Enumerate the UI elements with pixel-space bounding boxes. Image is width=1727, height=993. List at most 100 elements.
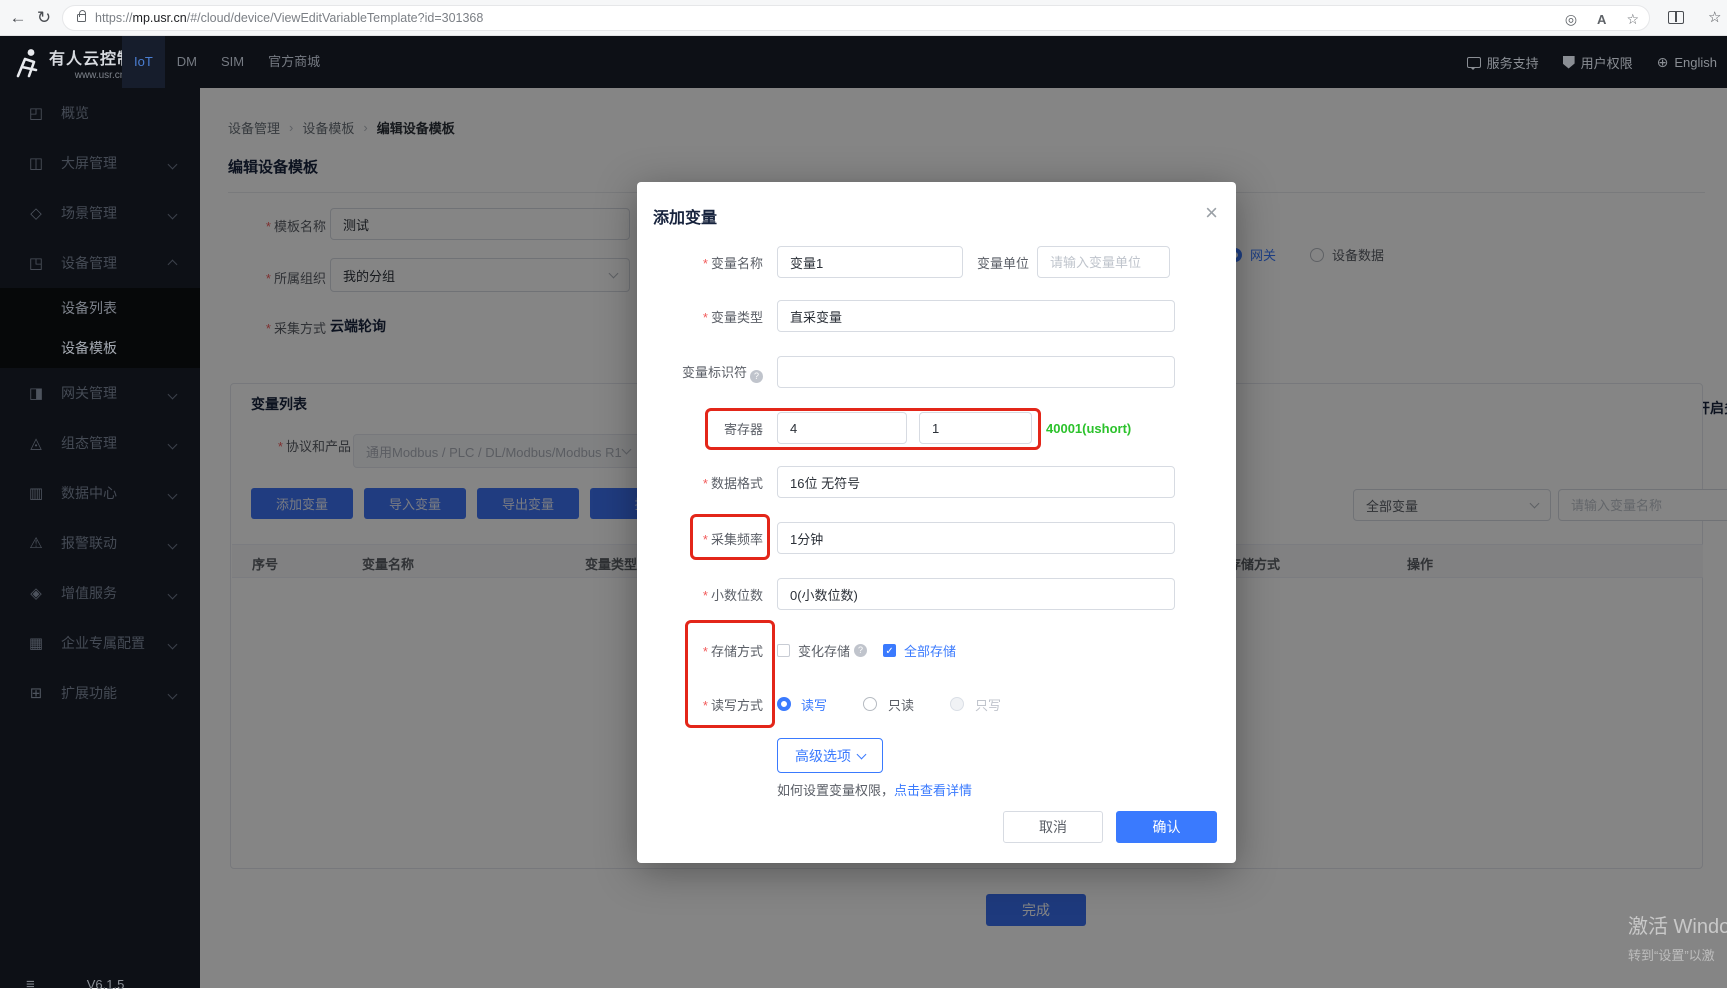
storage-change-checkbox[interactable] [777, 644, 790, 657]
gateway-icon: ◨ [26, 384, 46, 402]
topnav-tabs: IoTDMSIM官方商城 [122, 36, 332, 88]
chevron-down-icon [169, 385, 176, 401]
collect-frequency-row: *采集频率 1分钟 [645, 522, 1175, 554]
write-only-radio[interactable] [950, 697, 964, 711]
register-label: 寄存器 [645, 419, 773, 438]
storage-all-label[interactable]: 全部存储 [904, 641, 956, 660]
chat-icon [1467, 57, 1481, 68]
decimal-places-label: *小数位数 [645, 585, 773, 604]
variable-type-row: *变量类型 直采变量 [645, 300, 1175, 332]
storage-all-checkbox[interactable]: ✓ [883, 644, 896, 657]
advanced-options-button[interactable]: 高级选项 [777, 738, 883, 773]
overview-icon: ◰ [26, 104, 46, 122]
read-aloud-icon[interactable]: A [1597, 12, 1606, 27]
sidebar-item[interactable]: ◇场景管理 [0, 188, 200, 238]
sidebar-item[interactable]: ◳设备管理 [0, 238, 200, 288]
view-details-link[interactable]: 点击查看详情 [894, 783, 972, 798]
register-type-select[interactable]: 4 [777, 412, 907, 444]
collect-frequency-label: *采集频率 [645, 529, 773, 548]
globe-icon: ⊕ [1657, 55, 1669, 69]
identifier-input[interactable] [777, 356, 1175, 388]
nav-tab-官方商城[interactable]: 官方商城 [256, 36, 332, 88]
address-bar[interactable]: https://mp.usr.cn/#/cloud/device/ViewEdi… [62, 5, 1650, 31]
chevron-up-icon [169, 255, 176, 271]
sidebar-item[interactable]: ⚠报警联动 [0, 518, 200, 568]
nav-tab-DM[interactable]: DM [165, 36, 209, 88]
variable-unit-label: 变量单位 [977, 253, 1029, 272]
favorite-star-icon[interactable]: ☆ [1626, 11, 1639, 28]
read-write-radio[interactable] [777, 697, 791, 711]
sidebar-item[interactable]: ⊞ 扩展功能 [0, 668, 200, 718]
cancel-button[interactable]: 取消 [1003, 811, 1103, 843]
sidebar-item[interactable]: ◈增值服务 [0, 568, 200, 618]
dialog-title: 添加变量 [653, 204, 717, 228]
collect-frequency-select[interactable]: 1分钟 [777, 522, 1175, 554]
variable-name-input[interactable] [777, 246, 963, 278]
shield-icon [1563, 56, 1575, 69]
sidebar-item-label: 报警联动 [61, 533, 117, 553]
sidebar-item[interactable]: ◬组态管理 [0, 418, 200, 468]
variable-unit-input[interactable] [1037, 246, 1170, 278]
url-text[interactable]: https://mp.usr.cn/#/cloud/device/ViewEdi… [95, 11, 483, 25]
nav-right-globe[interactable]: ⊕English [1657, 55, 1717, 70]
help-icon[interactable]: ? [854, 644, 867, 657]
chevron-down-icon [169, 635, 176, 651]
close-icon[interactable]: × [1205, 202, 1218, 224]
sidebar-item[interactable]: ◰ 概览 [0, 88, 200, 138]
lock-icon [77, 14, 86, 22]
screen-icon: ◫ [26, 154, 46, 172]
extension-icon: ⊞ [26, 684, 46, 702]
sidebar-subitem[interactable]: 设备列表 [0, 288, 200, 328]
permission-help: 如何设置变量权限，点击查看详情 [777, 780, 972, 799]
chevron-down-icon [169, 155, 176, 171]
data-format-label: *数据格式 [645, 473, 773, 492]
back-icon[interactable]: ← [4, 0, 32, 36]
nav-right-chat[interactable]: 服务支持 [1467, 53, 1539, 72]
variable-name-label: *变量名称 [645, 253, 773, 272]
storage-change-label[interactable]: 变化存储 [798, 641, 850, 660]
sidebar-item-label: 网关管理 [61, 383, 117, 403]
sidebar-item[interactable]: ◨ 网关管理 [0, 368, 200, 418]
sidebar-item-label: 概览 [61, 103, 89, 123]
help-icon[interactable]: ? [750, 370, 763, 383]
browser-bar: ← ↻ https://mp.usr.cn/#/cloud/device/Vie… [0, 0, 1727, 36]
chevron-down-icon [169, 205, 176, 221]
collections-icon[interactable]: ☆ [1708, 8, 1721, 26]
variable-name-row: *变量名称 变量单位 [645, 246, 1170, 278]
geolocation-icon[interactable]: ◎ [1565, 11, 1577, 28]
read-write-radio-label[interactable]: 读写 [801, 695, 827, 714]
read-only-radio[interactable] [863, 697, 877, 711]
data-format-select[interactable]: 16位 无符号 [777, 466, 1175, 498]
decimal-places-row: *小数位数 0(小数位数) [645, 578, 1175, 610]
split-screen-icon[interactable] [1668, 11, 1684, 24]
nav-tab-SIM[interactable]: SIM [209, 36, 256, 88]
storage-mode-row: *存储方式 变化存储 ? ✓ 全部存储 [645, 634, 956, 666]
collapse-sidebar-icon[interactable]: ≡ [26, 976, 35, 993]
sidebar-item[interactable]: ▥数据中心 [0, 468, 200, 518]
variable-type-select[interactable]: 直采变量 [777, 300, 1175, 332]
identifier-label: 变量标识符? [645, 362, 773, 383]
register-row: 寄存器 4 40001(ushort) [645, 412, 1131, 444]
nav-right-shield[interactable]: 用户权限 [1563, 53, 1633, 72]
sidebar-item[interactable]: ◫大屏管理 [0, 138, 200, 188]
enterprise-icon: ▦ [26, 634, 46, 652]
add-variable-dialog: 添加变量 × *变量名称 变量单位 *变量类型 直采变量 变量标识符? 寄存器 … [637, 182, 1236, 863]
sidebar-footer: ≡ V6.1.5 [0, 976, 200, 993]
confirm-button[interactable]: 确认 [1116, 811, 1217, 843]
sidebar-item-label: 增值服务 [61, 583, 117, 603]
config-icon: ◬ [26, 434, 46, 452]
sidebar-subitem[interactable]: 设备模板 [0, 328, 200, 368]
scene-icon: ◇ [26, 204, 46, 222]
sidebar-item-label: 数据中心 [61, 483, 117, 503]
register-address-input[interactable] [919, 412, 1032, 444]
refresh-icon[interactable]: ↻ [30, 0, 58, 36]
read-only-radio-label[interactable]: 只读 [888, 695, 914, 714]
sidebar-item[interactable]: ▦企业专属配置 [0, 618, 200, 668]
sidebar-item-label: 扩展功能 [61, 683, 117, 703]
nav-tab-IoT[interactable]: IoT [122, 36, 165, 88]
windows-activation-watermark: 激活 Windows 转到“设置”以激 [1628, 910, 1727, 964]
decimal-places-select[interactable]: 0(小数位数) [777, 578, 1175, 610]
top-navbar: 有人云控制台 www.usr.cn IoTDMSIM官方商城 服务支持用户权限⊕… [0, 36, 1727, 88]
read-write-label: *读写方式 [645, 695, 773, 714]
person-logo-icon [12, 47, 42, 79]
